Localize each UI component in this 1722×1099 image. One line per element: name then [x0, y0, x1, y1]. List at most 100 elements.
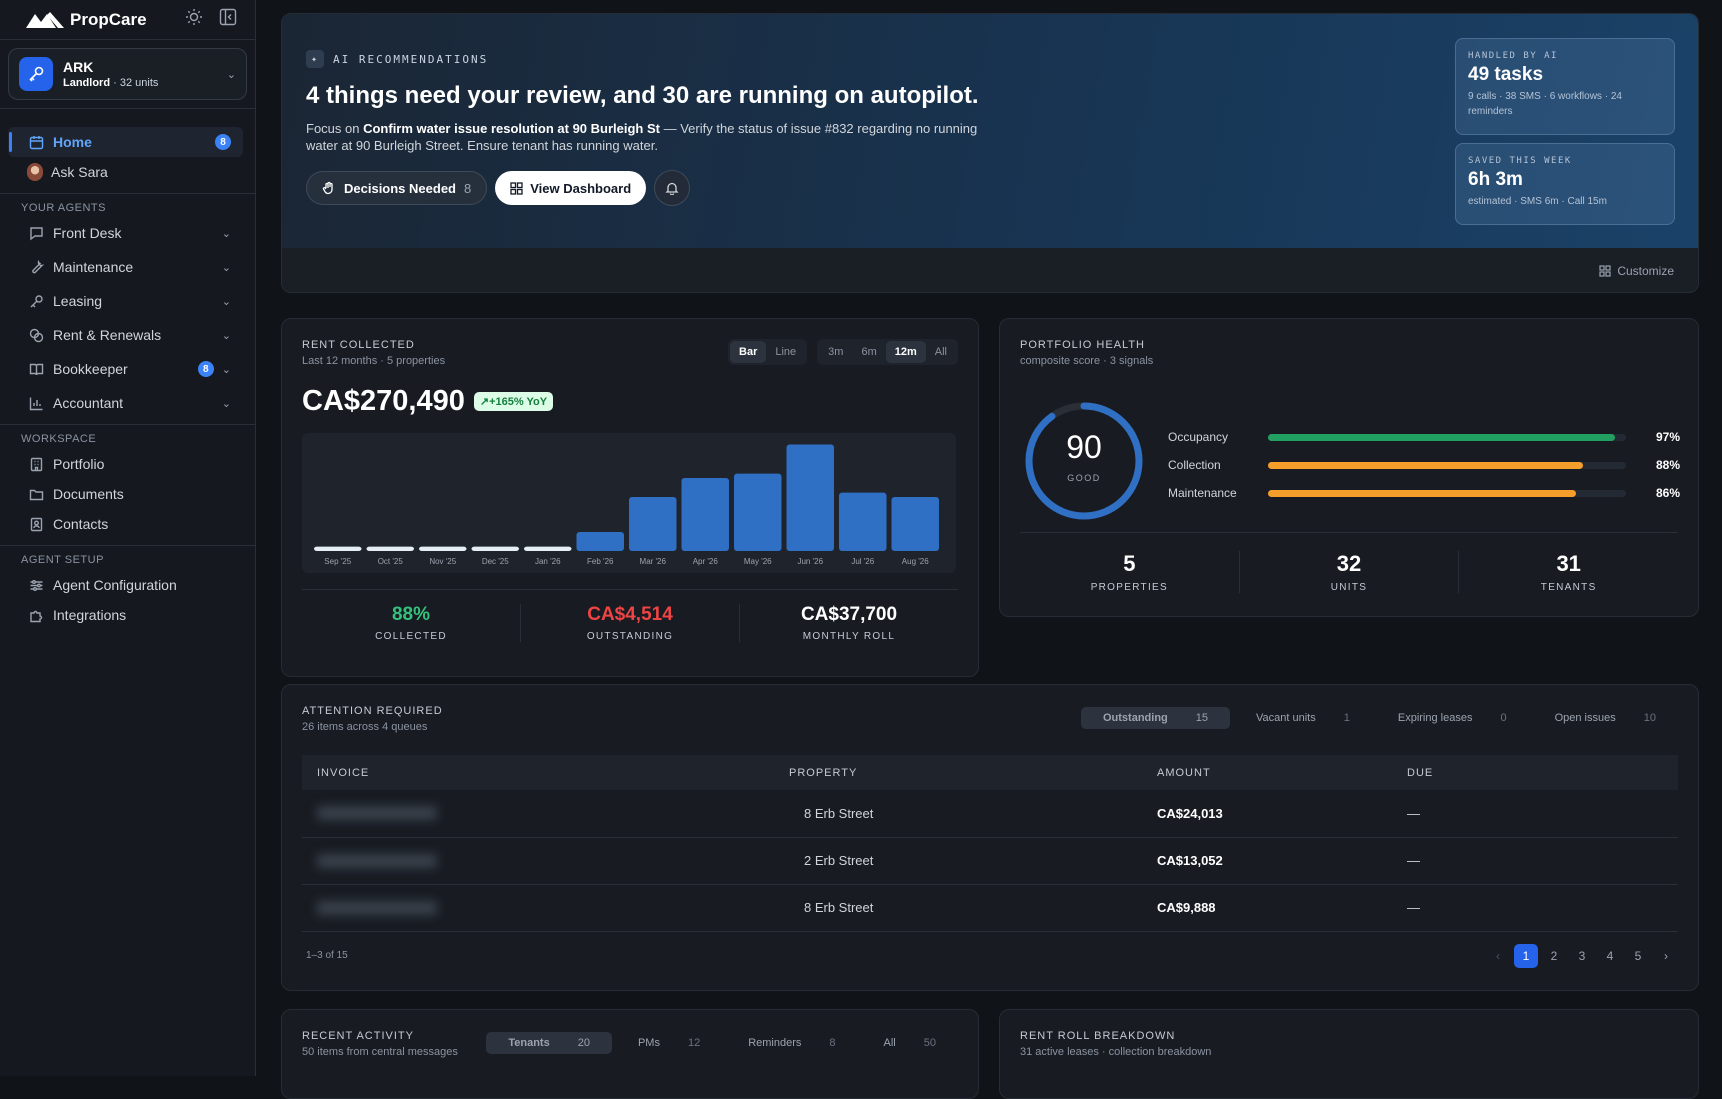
bar-jun26[interactable] — [786, 444, 835, 551]
range-12m[interactable]: 12m — [885, 341, 926, 363]
nav-documents[interactable]: Documents — [8, 479, 243, 509]
range-3m[interactable]: 3m — [819, 341, 852, 363]
bar-sep25[interactable] — [314, 546, 362, 551]
nav-rent-renewals[interactable]: Rent & Renewals ⌄ — [8, 320, 243, 350]
rent-total: CA$270,490 — [302, 385, 465, 417]
bar-apr26[interactable] — [681, 478, 730, 551]
attention-table: INVOICE PROPERTY AMOUNT DUE 8 Erb Street… — [302, 755, 1678, 932]
col-due: DUE — [1407, 755, 1678, 790]
nav-leasing[interactable]: Leasing ⌄ — [8, 286, 243, 316]
tab-label: Open issues — [1554, 712, 1616, 724]
page-1[interactable]: 1 — [1514, 944, 1538, 968]
activity-subtitle: 50 items from central messages — [302, 1046, 458, 1058]
page-3[interactable]: 3 — [1570, 944, 1594, 968]
x-tick-label: Oct '25 — [378, 557, 404, 566]
tab-vacant-units[interactable]: Vacant units 1 — [1234, 707, 1372, 729]
notifications-button[interactable] — [654, 170, 691, 206]
org-switcher[interactable]: ARK Landlord · 32 units ⌄ — [8, 48, 247, 100]
bar-jan26[interactable] — [524, 546, 572, 551]
page-4[interactable]: 4 — [1598, 944, 1622, 968]
x-tick-label: Apr '26 — [693, 557, 719, 566]
maintenance-bar-row: Maintenance 86% — [1168, 479, 1680, 507]
view-dashboard-button[interactable]: View Dashboard — [495, 171, 647, 205]
x-tick-label: Mar '26 — [640, 557, 667, 566]
grid-icon — [510, 181, 523, 195]
tab-pms[interactable]: PMs 12 — [616, 1032, 722, 1054]
chevron-down-icon: ⌄ — [221, 295, 231, 308]
nav-maintenance[interactable]: Maintenance ⌄ — [8, 252, 243, 282]
tab-label: Tenants — [508, 1037, 550, 1049]
bookkeeper-badge: 8 — [197, 361, 214, 377]
handled-label: HANDLED BY AI — [1468, 51, 1558, 61]
due-cell: — — [1407, 790, 1678, 838]
bar-feb26[interactable] — [576, 532, 625, 551]
tab-reminders[interactable]: Reminders 8 — [726, 1032, 857, 1054]
nav-agent-configuration[interactable]: Agent Configuration — [8, 570, 243, 600]
health-subtitle: composite score · 3 signals — [1020, 355, 1154, 367]
nav-integrations[interactable]: Integrations — [8, 600, 243, 630]
property-cell: 8 Erb Street — [789, 790, 1157, 838]
ai-recommendations-panel: ✦ AI RECOMMENDATIONS 4 things need your r… — [281, 13, 1699, 293]
tab-label: All — [883, 1037, 896, 1049]
focus-item-link[interactable]: Confirm water issue resolution at 90 Bur… — [363, 121, 660, 136]
attention-required-card: ATTENTION REQUIRED 26 items across 4 que… — [281, 684, 1699, 991]
nav-home[interactable]: Home 8 — [8, 127, 243, 157]
page-5[interactable]: 5 — [1626, 944, 1650, 968]
kpi-value: CA$37,700 — [800, 604, 898, 625]
range-all[interactable]: All — [926, 341, 956, 363]
org-units: · 32 units — [113, 77, 159, 89]
occupancy-fill — [1268, 433, 1616, 441]
tab-outstanding[interactable]: Outstanding 15 — [1080, 707, 1231, 729]
col-invoice: INVOICE — [302, 755, 789, 790]
bar-dec25[interactable] — [471, 546, 520, 551]
main-content: ✦ AI RECOMMENDATIONS 4 things need your r… — [281, 13, 1699, 1099]
page-next[interactable]: › — [1654, 944, 1678, 968]
org-role: Landlord — [63, 77, 111, 89]
nav-portfolio[interactable]: Portfolio — [8, 449, 243, 479]
sidebar: PropCare ARK Landlord · 32 units ⌄ Home … — [0, 0, 256, 1076]
x-tick-label: Nov '25 — [429, 557, 456, 566]
bar-nov25[interactable] — [419, 546, 467, 551]
range-toggle: 3m 6m 12m All — [817, 339, 958, 365]
customize-label: Customize — [1617, 264, 1674, 278]
wrench-icon — [29, 259, 45, 275]
tab-count: 1 — [1343, 712, 1350, 724]
page-2[interactable]: 2 — [1542, 944, 1566, 968]
tab-open-issues[interactable]: Open issues 10 — [1533, 707, 1678, 729]
nav-accountant[interactable]: Accountant ⌄ — [8, 388, 243, 418]
nav-bookkeeper[interactable]: Bookkeeper 8 ⌄ — [8, 354, 243, 384]
ai-tag-label: AI RECOMMENDATIONS — [333, 52, 489, 66]
coins-icon — [29, 328, 45, 343]
decisions-needed-button[interactable]: Decisions Needed 8 — [306, 171, 488, 205]
range-6m[interactable]: 6m — [852, 341, 885, 363]
bar-jul26[interactable] — [839, 492, 887, 551]
nav-contacts[interactable]: Contacts — [8, 509, 243, 539]
bar-toggle[interactable]: Bar — [730, 341, 767, 363]
bar-may26[interactable] — [734, 473, 782, 551]
page-prev[interactable]: ‹ — [1486, 944, 1510, 968]
table-row[interactable]: 8 Erb Street CA$24,013 — — [302, 790, 1678, 838]
bar-mar26[interactable] — [629, 497, 677, 551]
x-tick-label: Feb '26 — [587, 557, 614, 566]
bar-oct25[interactable] — [366, 546, 415, 551]
x-tick-label: Dec '25 — [482, 557, 509, 566]
line-toggle[interactable]: Line — [766, 341, 805, 363]
bar-pct: 86% — [1655, 486, 1680, 500]
table-row[interactable]: 8 Erb Street CA$9,888 — — [302, 884, 1678, 932]
chevron-down-icon: ⌄ — [221, 397, 231, 410]
nav-ask-sara[interactable]: Ask Sara — [8, 157, 243, 187]
property-cell: 2 Erb Street — [789, 837, 1157, 885]
customize-button[interactable]: Customize — [1599, 264, 1674, 278]
bar-aug26[interactable] — [891, 497, 940, 551]
tab-tenants[interactable]: Tenants 20 — [486, 1032, 612, 1054]
nav-label: Agent Configuration — [53, 577, 177, 593]
nav-front-desk[interactable]: Front Desk ⌄ — [8, 218, 243, 248]
theme-toggle-icon[interactable] — [185, 8, 203, 26]
grid-icon — [1599, 265, 1611, 277]
collapse-sidebar-icon[interactable] — [219, 8, 237, 26]
table-row[interactable]: 2 Erb Street CA$13,052 — — [302, 837, 1678, 885]
rent-collected-card: RENT COLLECTED Last 12 months · 5 proper… — [281, 318, 979, 677]
tab-all[interactable]: All 50 — [862, 1032, 958, 1054]
tab-expiring-leases[interactable]: Expiring leases 0 — [1376, 707, 1529, 729]
portfolio-health-card: PORTFOLIO HEALTH composite score · 3 sig… — [999, 318, 1699, 617]
